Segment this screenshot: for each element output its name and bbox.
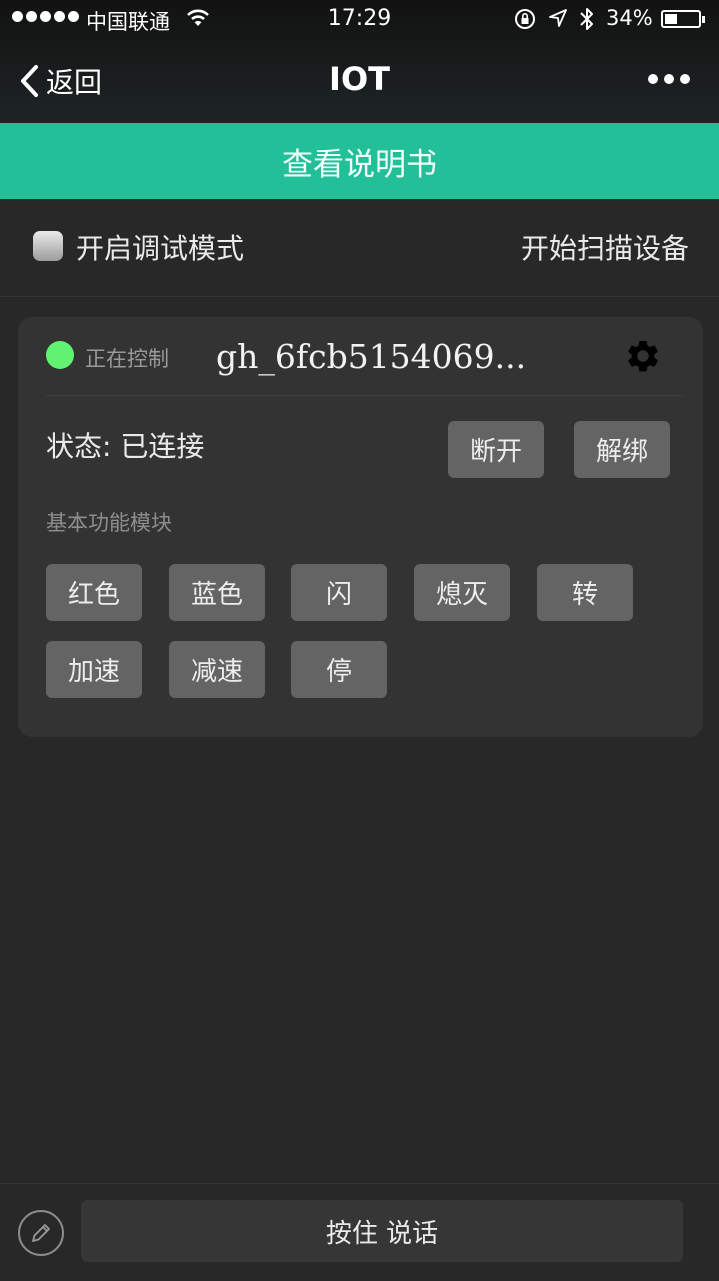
unbind-button[interactable]: 解绑 <box>574 421 670 478</box>
stop-button[interactable]: 停 <box>291 641 387 698</box>
battery-percent: 34% <box>606 6 653 30</box>
location-icon <box>548 8 568 33</box>
top-bar: 中国联通 17:29 34% 返回 IOT <box>0 0 719 123</box>
blue-light-button[interactable]: 蓝色 <box>169 564 265 621</box>
toolbar: 开启调试模式 开始扫描设备 <box>0 199 719 297</box>
bluetooth-icon <box>578 6 596 37</box>
section-title: 基本功能模块 <box>46 511 172 535</box>
controlling-label: 正在控制 <box>85 347 169 371</box>
more-options-button[interactable] <box>648 74 690 84</box>
scan-devices-button[interactable]: 开始扫描设备 <box>521 227 689 267</box>
connection-state: 状态: 已连接 <box>46 430 205 463</box>
speed-up-button[interactable]: 加速 <box>46 641 142 698</box>
debug-mode-checkbox[interactable] <box>33 231 63 261</box>
status-bar: 中国联通 17:29 34% <box>0 0 719 40</box>
pencil-icon <box>32 1224 50 1242</box>
flash-button[interactable]: 闪 <box>291 564 387 621</box>
more-icon <box>648 74 658 84</box>
rotate-button[interactable]: 转 <box>537 564 633 621</box>
navigation-bar: 返回 IOT <box>0 40 719 123</box>
page-title: IOT <box>329 60 390 98</box>
hold-to-talk-button[interactable]: 按住 说话 <box>81 1200 683 1262</box>
view-manual-button[interactable]: 查看说明书 <box>0 123 719 199</box>
device-name: gh_6fcb5154069... <box>216 337 527 376</box>
device-card: 正在控制 gh_6fcb5154069... 状态: 已连接 断开 解绑 基本功… <box>18 317 703 737</box>
debug-mode-label[interactable]: 开启调试模式 <box>76 227 244 267</box>
divider <box>46 395 683 396</box>
input-bar: 按住 说话 <box>0 1183 719 1281</box>
connection-indicator <box>46 341 74 369</box>
gear-icon[interactable] <box>624 337 662 379</box>
keyboard-toggle-button[interactable] <box>18 1210 64 1256</box>
slow-down-button[interactable]: 减速 <box>169 641 265 698</box>
disconnect-button[interactable]: 断开 <box>448 421 544 478</box>
orientation-lock-icon <box>513 7 537 36</box>
red-light-button[interactable]: 红色 <box>46 564 142 621</box>
battery-icon <box>661 10 705 28</box>
off-button[interactable]: 熄灭 <box>414 564 510 621</box>
